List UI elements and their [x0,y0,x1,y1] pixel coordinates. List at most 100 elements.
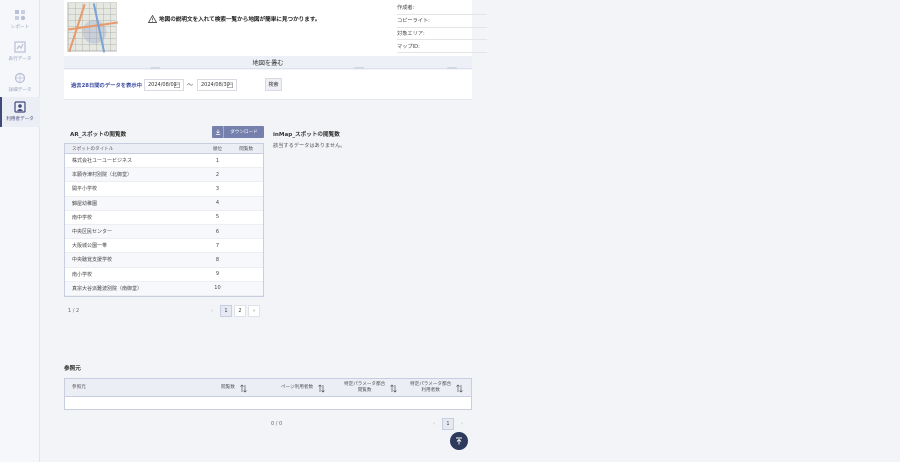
calendar-icon [174,82,180,88]
start-date-input[interactable]: 2024/08/01 [144,79,184,91]
next-page-button[interactable]: › [248,305,260,317]
next-page-button[interactable]: › [456,418,468,430]
meta-copyright: コピーライト: [397,15,487,28]
sidebar: レポート 表行データ 詳細データ 利用者データ [0,0,40,462]
table-cell: 本願寺津村別院（北御堂） [72,172,133,179]
column-header: スポットのタイトル [72,146,114,152]
table-data-icon [14,41,26,53]
table-row: 南小学校 9 [65,268,263,282]
sidebar-item-detail-data[interactable]: 詳細データ [0,68,40,98]
end-date-input[interactable]: 2024/08/30 [197,79,237,91]
table-cell: 6 [215,228,220,235]
table-cell: 7 [215,242,220,249]
table-header: スポットのタイトル 順位 閲覧数 [65,144,263,154]
warning-icon [148,15,157,23]
user-data-icon [14,101,26,113]
column-header[interactable]: ページ利用者数 [281,379,326,397]
column-header: 参照元 [72,385,86,391]
map-warning: 地図の説明文を入れて検索一覧から地図が簡単に見つかります。 [148,15,321,23]
pagination: ‹ 1 2 › [206,305,262,317]
map-thumbnail[interactable] [67,2,118,53]
scroll-to-top-button[interactable] [450,432,468,450]
search-button[interactable]: 検索 [265,78,282,91]
column-header[interactable]: 特定パラメータ都合 利用者数 [410,379,464,397]
date-separator: 〜 [187,82,194,89]
column-header[interactable]: 特定パラメータ都合 閲覧数 [344,379,398,397]
table-row: 中央聴覚支援学校 8 [65,253,263,268]
page-button[interactable]: 1 [220,305,232,317]
spot-views-title: AR_スポットの閲覧数 [70,132,127,138]
pagination: ‹ 1 › [428,418,470,430]
sidebar-item-label: 詳細データ [8,88,32,93]
table-cell: 中央聴覚支援学校 [72,257,113,264]
meta-area: 対象エリア: [397,28,487,41]
table-cell: 9 [215,271,220,278]
no-data-message: 該当するデータはありません。 [273,143,346,149]
download-icon [212,126,224,138]
arrow-up-icon [456,437,462,445]
page-count: 0 / 0 [271,421,283,427]
spot-views-table: スポットのタイトル 順位 閲覧数 株式会社ユーユービジネス 1 本願寺津村別院（北御… [64,143,264,297]
collapse-map-button[interactable]: ︿ 地図を畳む [64,56,472,69]
prev-page-button[interactable]: ‹ [428,418,440,430]
inmap-views-title: inMap_スポットの閲覧数 [273,132,340,138]
sort-icon[interactable] [455,384,464,393]
filter-label: 過去28日間のデータを表示中 [71,83,142,89]
table-cell: 中央区民センター [72,229,113,236]
table-cell: 南中学校 [72,214,93,221]
table-row: 南中学校 5 [65,211,263,225]
sidebar-item-label: 利用者データ [6,117,34,122]
table-row: 大阪城公園一帯 7 [65,239,263,254]
warning-text: 地図の説明文を入れて検索一覧から地図が簡単に見つかります。 [159,17,321,23]
table-cell: 4 [215,200,220,207]
collapse-map-label: 地図を畳む [252,60,284,67]
table-cell: 南小学校 [72,271,93,278]
table-cell: 3 [215,185,220,192]
date-filter: 過去28日間のデータを表示中 2024/08/01 〜 2024/08/30 検… [64,70,472,100]
table-cell: 5 [215,214,220,221]
table-row: 中央区民センター 6 [65,224,263,240]
table-cell: 株式会社ユーユービジネス [72,158,133,165]
map-meta: 作成者: コピーライト: 対象エリア: マップID: [397,2,487,54]
table-cell: 2 [215,171,220,178]
table-cell: 真宗大谷派難波別院（南御堂） [72,285,143,292]
table-row: 開平小学校 3 [65,182,263,197]
table-cell: 錦屋幼稚園 [72,200,98,207]
referrer-table: 参照元 閲覧数 ページ利用者数 特定パラメータ都合 閲覧数 特定パラメータ都合 … [64,378,472,410]
column-header: 閲覧数 [239,146,254,152]
page-count: 1 / 2 [68,308,80,314]
page-button[interactable]: 2 [234,305,246,317]
table-cell: 8 [215,256,220,263]
main-content: 地図の説明文を入れて検索一覧から地図が簡単に見つかります。 作成者: コピーライ… [40,0,900,462]
table-row: 本願寺津村別院（北御堂） 2 [65,168,263,183]
table-cell: 10 [214,285,221,292]
column-header[interactable]: 閲覧数 [221,379,248,397]
table-row: 錦屋幼稚園 4 [65,196,263,211]
sort-icon[interactable] [317,384,326,393]
table-row: 株式会社ユーユービジネス 1 [65,154,263,169]
sidebar-item-user-data[interactable]: 利用者データ [0,97,40,127]
download-button[interactable]: ダウンロード [212,126,264,138]
map-card: 地図の説明文を入れて検索一覧から地図が簡単に見つかります。 作成者: コピーライ… [64,0,487,56]
sidebar-item-label: レポート [10,25,30,30]
sidebar-item-table-data[interactable]: 表行データ [0,37,40,67]
prev-page-button[interactable]: ‹ [206,305,218,317]
table-cell: 大阪城公園一帯 [72,243,108,250]
report-icon [15,10,26,21]
calendar-icon [227,82,233,88]
sidebar-item-label: 表行データ [8,57,32,62]
table-header: 参照元 閲覧数 ページ利用者数 特定パラメータ都合 閲覧数 特定パラメータ都合 … [65,379,471,397]
sort-icon[interactable] [239,384,248,393]
detail-data-icon [14,72,26,84]
meta-author: 作成者: [397,2,487,15]
table-row: 真宗大谷派難波別院（南御堂） 10 [65,281,263,296]
table-cell: 開平小学校 [72,186,98,193]
page-button[interactable]: 1 [442,418,454,430]
referrer-title: 参照元 [64,366,81,372]
table-cell: 1 [215,157,220,164]
download-label: ダウンロード [230,130,258,135]
sort-icon[interactable] [389,384,398,393]
column-header: 順位 [212,146,223,152]
sidebar-item-report[interactable]: レポート [0,5,40,35]
meta-map-id: マップID: [397,40,487,54]
